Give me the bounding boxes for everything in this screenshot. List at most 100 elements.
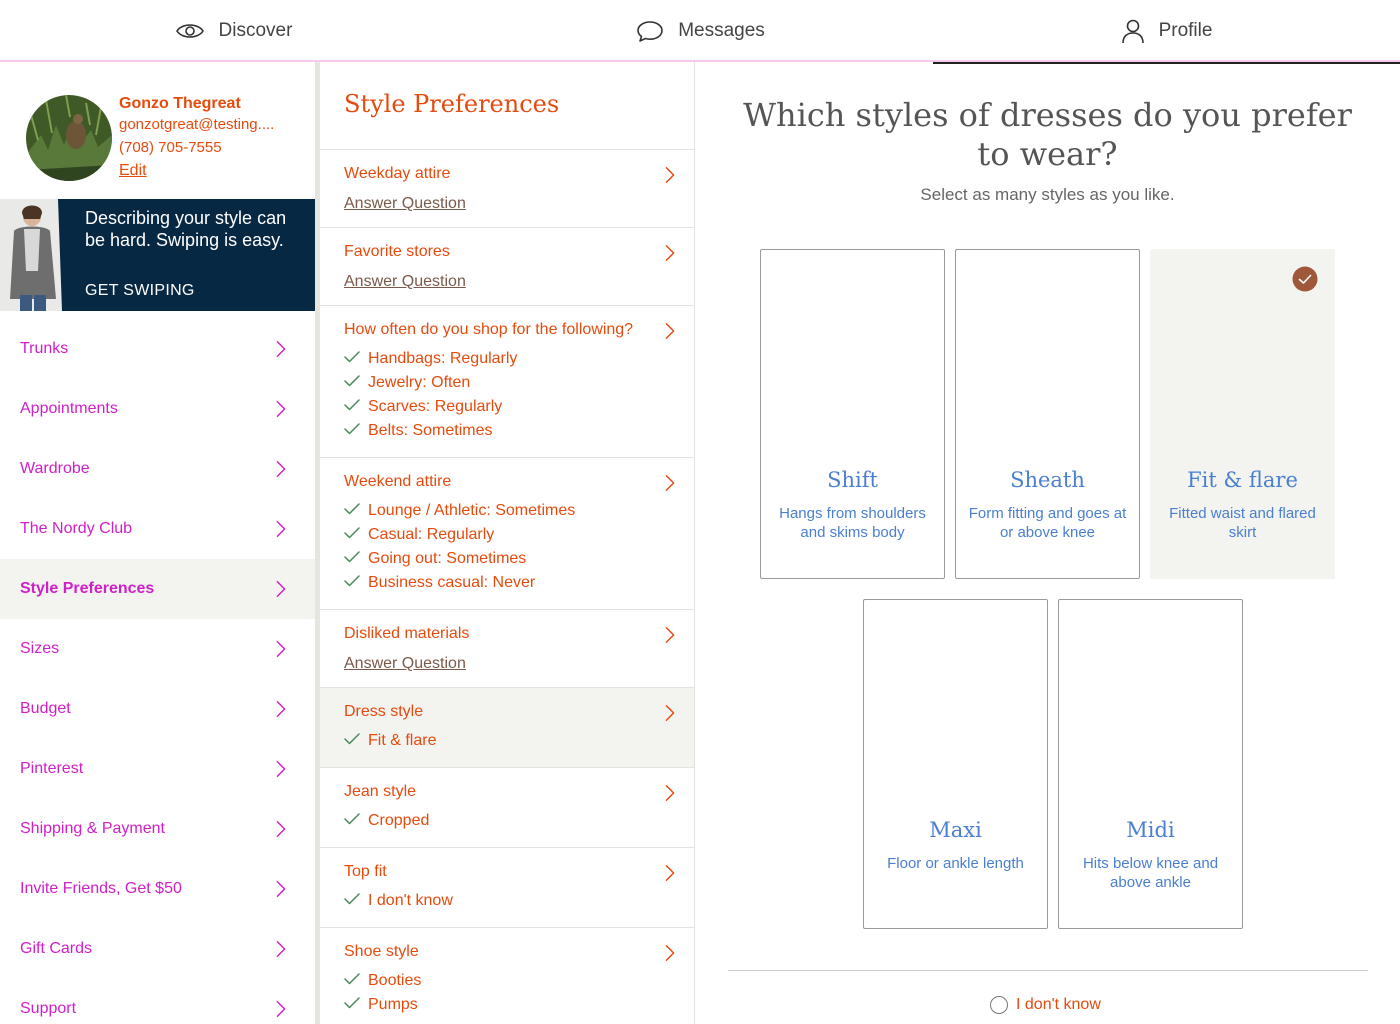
answer-item: Booties — [344, 969, 670, 993]
chevron-right-icon — [664, 244, 676, 267]
dress-style-question: Which styles of dresses do you prefer to… — [695, 62, 1400, 1024]
chevron-right-icon — [275, 880, 287, 903]
get-swiping-button[interactable]: GET SWIPING — [85, 282, 195, 300]
answer-item: Casual: Regularly — [344, 523, 670, 547]
answer-item: Fit & flare — [344, 729, 670, 753]
answer-item: Scarves: Regularly — [344, 395, 670, 419]
answer-item: Going out: Sometimes — [344, 547, 670, 571]
menu-item-wardrobe[interactable]: Wardrobe — [0, 439, 315, 499]
question-heading: Which styles of dresses do you prefer to… — [743, 96, 1352, 173]
option-description: Floor or ankle length — [887, 855, 1024, 872]
tab-profile[interactable]: Profile — [933, 0, 1400, 64]
option-description: Hits below knee and above ankle — [1082, 855, 1219, 891]
question-title: Disliked materials — [344, 625, 470, 642]
chevron-right-icon — [664, 784, 676, 807]
answer-question-link[interactable]: Answer Question — [344, 273, 670, 291]
dont-know-option[interactable]: I don't know — [990, 996, 1101, 1014]
dress-option-maxi[interactable]: Maxi Floor or ankle length — [863, 599, 1048, 929]
radio-button[interactable] — [990, 996, 1008, 1014]
menu-item-label: Budget — [20, 700, 71, 717]
divider — [728, 970, 1368, 971]
answer-text: Cropped — [368, 812, 430, 829]
answer-list: Lounge / Athletic: Sometimes Casual: Regu… — [344, 499, 670, 595]
menu-item-shipping-payment[interactable]: Shipping & Payment — [0, 799, 315, 859]
edit-profile-link[interactable]: Edit — [119, 162, 147, 180]
menu-item-appointments[interactable]: Appointments — [0, 379, 315, 439]
menu-item-the-nordy-club[interactable]: The Nordy Club — [0, 499, 315, 559]
checkmark-icon — [344, 732, 368, 750]
question-title: Shoe style — [344, 943, 419, 960]
menu-item-budget[interactable]: Budget — [0, 679, 315, 739]
tab-messages[interactable]: Messages — [467, 0, 934, 62]
answer-list: Handbags: Regularly Jewelry: Often Scarves… — [344, 347, 670, 443]
chevron-right-icon — [664, 166, 676, 189]
dress-option-fit-flare[interactable]: Fit & flare Fitted waist and flared skirt — [1150, 249, 1335, 579]
answer-item: Business casual: Never — [344, 571, 670, 595]
menu-item-label: Gift Cards — [20, 940, 93, 957]
checkmark-icon — [344, 972, 368, 990]
panel-title: Style Preferences — [320, 62, 694, 150]
answer-item: Pumps — [344, 993, 670, 1017]
chevron-right-icon — [664, 944, 676, 967]
answer-text: Belts: Sometimes — [368, 422, 493, 439]
menu-item-sizes[interactable]: Sizes — [0, 619, 315, 679]
answer-item: Handbags: Regularly — [344, 347, 670, 371]
menu-item-invite-friends-get-50[interactable]: Invite Friends, Get $50 — [0, 859, 315, 919]
checkmark-icon — [344, 996, 368, 1014]
option-description: Form fitting and goes at or above knee — [968, 505, 1127, 541]
swipe-promo-banner[interactable]: Describing your style can be hard. Swipi… — [0, 199, 315, 311]
dress-option-shift[interactable]: Shift Hangs from shoulders and skims body — [760, 249, 945, 579]
question-title: Top fit — [344, 863, 387, 880]
checkmark-icon — [344, 574, 368, 592]
style-preferences-panel: Style Preferences Weekday attire Answer Q… — [320, 62, 695, 1024]
checkmark-icon — [344, 812, 368, 830]
profile-email: gonzotgreat@testing.... — [119, 116, 275, 133]
menu-item-gift-cards[interactable]: Gift Cards — [0, 919, 315, 979]
profile-phone: (708) 705-7555 — [119, 139, 222, 156]
chevron-right-icon — [275, 940, 287, 963]
question-row[interactable]: Top fit I don't know — [320, 848, 694, 928]
checkmark-icon — [344, 892, 368, 910]
menu-item-pinterest[interactable]: Pinterest — [0, 739, 315, 799]
answer-text: I don't know — [368, 892, 453, 909]
question-title: Weekend attire — [344, 473, 452, 490]
menu-item-support[interactable]: Support — [0, 979, 315, 1024]
option-description: Hangs from shoulders and skims body — [779, 505, 926, 541]
question-row[interactable]: Jean style Cropped — [320, 768, 694, 848]
menu-item-style-preferences[interactable]: Style Preferences — [0, 559, 315, 619]
chat-bubble-icon — [636, 19, 664, 43]
question-row[interactable]: Dress style Fit & flare — [320, 688, 694, 768]
checkmark-icon — [344, 502, 368, 520]
answer-item: Belts: Sometimes — [344, 419, 670, 443]
chevron-right-icon — [275, 400, 287, 423]
answer-text: Pumps — [368, 996, 418, 1013]
question-row[interactable]: Favorite stores Answer Question — [320, 228, 694, 306]
answer-question-link[interactable]: Answer Question — [344, 195, 670, 213]
eye-icon — [175, 21, 205, 41]
dress-option-sheath[interactable]: Sheath Form fitting and goes at or above … — [955, 249, 1140, 579]
question-title: Jean style — [344, 783, 417, 800]
answer-question-link[interactable]: Answer Question — [344, 655, 670, 673]
checkmark-icon — [344, 398, 368, 416]
tab-label: Discover — [218, 20, 293, 41]
question-row[interactable]: How often do you shop for the following?… — [320, 306, 694, 458]
question-title: Dress style — [344, 703, 424, 720]
banner-message: Describing your style can be hard. Swipi… — [85, 208, 287, 250]
chevron-right-icon — [664, 704, 676, 727]
answer-item: I don't know — [344, 889, 670, 913]
dress-option-midi[interactable]: Midi Hits below knee and above ankle — [1058, 599, 1243, 929]
account-menu: Trunks Appointments Wardrobe The Nordy Club… — [0, 319, 315, 1024]
top-navigation: Discover Messages Profile — [0, 0, 1400, 64]
menu-item-label: Style Preferences — [20, 580, 155, 597]
chevron-right-icon — [275, 1000, 287, 1023]
question-row[interactable]: Weekend attire Lounge / Athletic: Sometim… — [320, 458, 694, 610]
question-row[interactable]: Disliked materials Answer Question — [320, 610, 694, 688]
question-title: Weekday attire — [344, 165, 451, 182]
menu-item-trunks[interactable]: Trunks — [0, 319, 315, 379]
answer-list: Booties Pumps — [344, 969, 670, 1017]
tab-discover[interactable]: Discover — [0, 0, 467, 62]
question-row[interactable]: Weekday attire Answer Question — [320, 150, 694, 228]
checkmark-icon — [344, 526, 368, 544]
question-row[interactable]: Shoe style Booties Pumps — [320, 928, 694, 1024]
option-title: Maxi — [929, 818, 982, 842]
